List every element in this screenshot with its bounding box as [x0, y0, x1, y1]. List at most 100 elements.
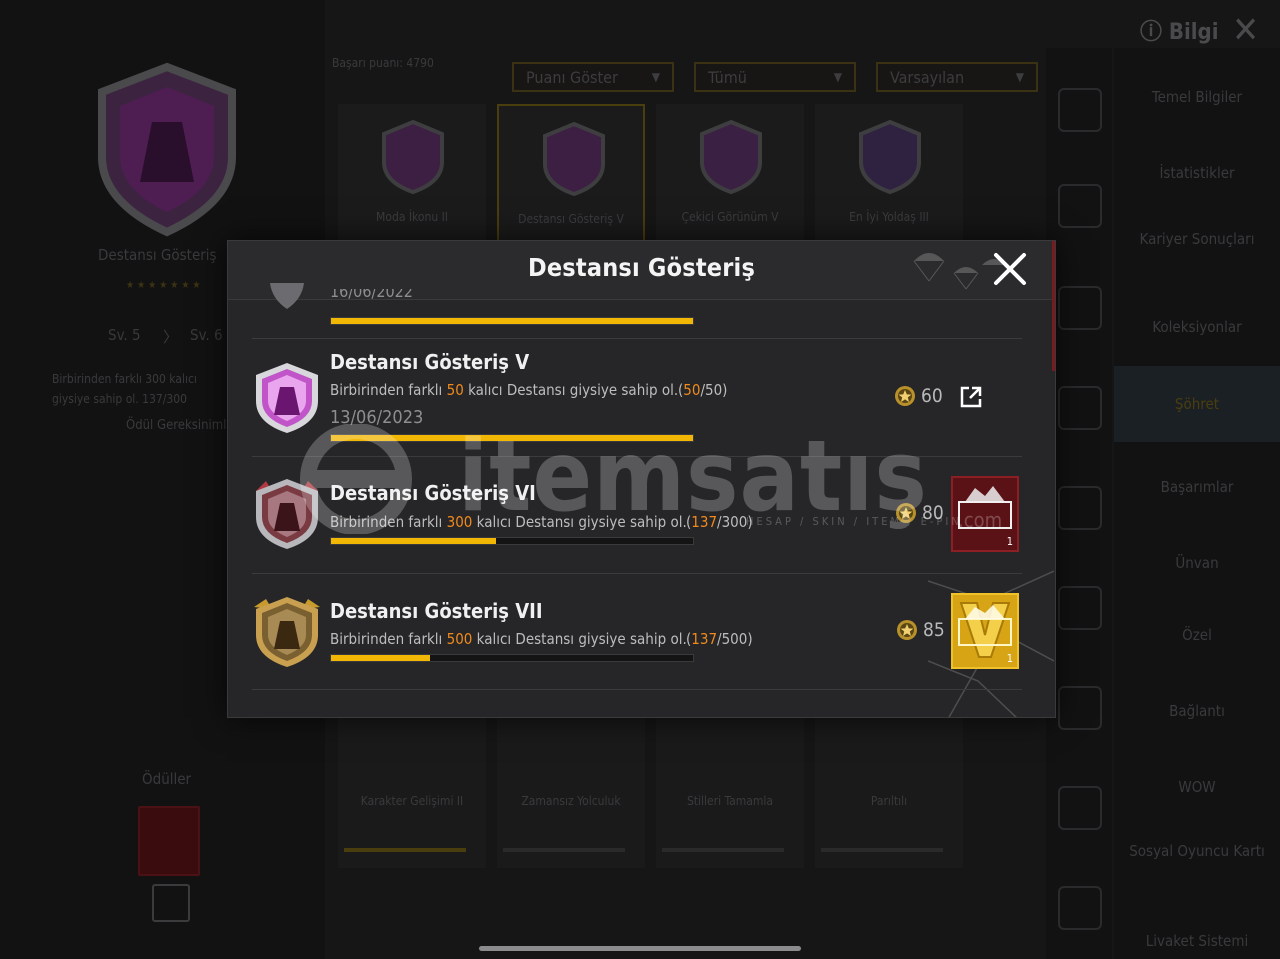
left-share-icon[interactable]: [152, 884, 190, 922]
side-item-social-card[interactable]: Sosyal Oyuncu Kartı: [1114, 842, 1280, 860]
gun-icon[interactable]: [1058, 386, 1102, 430]
progress-total: /300: [717, 513, 748, 531]
modal-title: Destansı Gösteriş: [527, 253, 756, 282]
info-button[interactable]: ⓘ Bilgi: [1140, 14, 1218, 46]
row-progress-text: (137/300): [686, 513, 753, 531]
badge-icon: [859, 119, 921, 195]
reward-item-gold[interactable]: 1: [951, 593, 1019, 669]
muscle-icon[interactable]: [1058, 586, 1102, 630]
left-requirements-link[interactable]: Ödül Gereksinimleri: [126, 418, 242, 433]
badge-icon: [256, 479, 318, 549]
side-item-achievements[interactable]: Başarımlar: [1114, 478, 1280, 496]
side-item-career[interactable]: Kariyer Sonuçları: [1114, 230, 1280, 248]
grid-card-3[interactable]: Çekici Görünüm V: [656, 104, 804, 242]
row-description: Birbirinden farklı 300 kalıcı Destansı g…: [330, 513, 687, 531]
row-divider: [252, 573, 1022, 574]
desc-prefix: Birbirinden farklı: [330, 630, 447, 648]
medal-icon[interactable]: [1058, 486, 1102, 530]
grid-card-label: Çekici Görünüm V: [681, 210, 779, 224]
desc-suffix: kalıcı Destansı giysiye sahip ol.: [472, 513, 687, 531]
side-item-link[interactable]: Bağlantı: [1114, 702, 1280, 720]
side-item-collections[interactable]: Koleksiyonlar: [1114, 318, 1280, 336]
progress-current: 137: [691, 630, 718, 648]
row-progress-text: (50/50): [678, 381, 728, 399]
chevron-down-icon: ▼: [1015, 70, 1024, 84]
selected-badge-icon: [98, 62, 236, 237]
side-item-stats[interactable]: İstatistikler: [1114, 164, 1280, 182]
left-star-row: ★★★★★★★: [126, 280, 204, 291]
desc-suffix: kalıcı Destansı giysiye sahip ol.: [472, 630, 687, 648]
grid-card-progress: [821, 848, 943, 852]
filter-points[interactable]: Puanı Göster ▼: [512, 62, 674, 92]
grid-icon[interactable]: [1058, 886, 1102, 930]
row-description: Birbirinden farklı 50 kalıcı Destansı gi…: [330, 381, 678, 399]
row-divider: [252, 456, 1022, 457]
row-points: 85: [895, 618, 945, 642]
wings-icon[interactable]: [1058, 686, 1102, 730]
prev-row-progress: [330, 317, 694, 325]
chevron-down-icon: ▼: [651, 70, 660, 84]
filter-category[interactable]: Tümü ▼: [694, 62, 856, 92]
row-points: 80: [894, 501, 944, 525]
left-level-current: Sv. 5: [108, 326, 141, 344]
left-level-arrow: 〉: [163, 328, 179, 346]
badge-icon: [700, 119, 762, 195]
progress-current: 50: [683, 381, 701, 399]
row-description: Birbirinden farklı 500 kalıcı Destansı g…: [330, 630, 687, 648]
desc-prefix: Birbirinden farklı: [330, 381, 447, 399]
close-icon[interactable]: [990, 251, 1030, 289]
side-item-livaket[interactable]: Livaket Sistemi: [1114, 932, 1280, 950]
badge-icon: [256, 363, 318, 433]
grid-card-6[interactable]: Zamansız Yolculuk: [497, 718, 645, 868]
share-icon[interactable]: [958, 384, 984, 410]
grid-card-2[interactable]: Destansı Gösteriş V: [497, 104, 645, 242]
row-progress-bar: [330, 434, 694, 442]
friends-icon[interactable]: [1058, 786, 1102, 830]
grid-card-5[interactable]: Karakter Gelişimi II: [338, 718, 486, 868]
info-label: Bilgi: [1168, 20, 1219, 45]
crown-icon[interactable]: [1058, 286, 1102, 330]
progress-fill: [331, 318, 693, 324]
left-rewards-label: Ödüller: [142, 770, 192, 788]
grid-card-8[interactable]: Parıltılı: [815, 718, 963, 868]
achievement-point-icon: [897, 620, 917, 640]
row-points-value: 85: [923, 619, 945, 641]
side-item-basic[interactable]: Temel Bilgiler: [1114, 88, 1280, 106]
modal-accent: [1052, 241, 1055, 371]
reward-count: 1: [1006, 535, 1013, 548]
achievement-detail-modal: Destansı Gösteriş 16/06/2022 Destansı Gö…: [227, 240, 1056, 718]
desc-prefix: Birbirinden farklı: [330, 513, 447, 531]
grid-card-7[interactable]: Stilleri Tamamla: [656, 718, 804, 868]
desc-highlight: 300: [446, 513, 473, 531]
reward-item-red[interactable]: 1: [951, 476, 1019, 552]
filter-sort[interactable]: Varsayılan ▼: [876, 62, 1038, 92]
left-desc-line-1: Birbirinden farklı 300 kalıcı: [52, 372, 197, 386]
side-item-title[interactable]: Ünvan: [1114, 554, 1280, 572]
progress-fill: [331, 435, 693, 441]
side-item-fame[interactable]: Şöhret: [1114, 366, 1280, 442]
row-points: 60: [893, 384, 943, 408]
desc-highlight: 50: [446, 381, 464, 399]
grid-card-progress: [344, 848, 466, 852]
grid-card-4[interactable]: En İyi Yoldaş III: [815, 104, 963, 242]
home-indicator[interactable]: [479, 946, 801, 951]
home-icon[interactable]: [1058, 88, 1102, 132]
row-progress-bar: [330, 537, 694, 545]
row-divider: [252, 338, 1022, 339]
grid-card-1[interactable]: Moda İkonu II: [338, 104, 486, 242]
progress-total: /50: [700, 381, 723, 399]
row-points-value: 60: [921, 385, 943, 407]
desc-suffix: kalıcı Destansı giysiye sahip ol.: [463, 381, 679, 399]
progress-fill: [331, 655, 431, 661]
list-icon[interactable]: [1058, 184, 1102, 228]
row-points-value: 80: [922, 502, 944, 524]
filter-sort-label: Varsayılan: [890, 67, 965, 87]
side-item-special[interactable]: Özel: [1114, 626, 1280, 644]
side-item-wow[interactable]: WOW: [1114, 778, 1280, 796]
left-reward-thumbnail[interactable]: [138, 806, 200, 876]
close-icon[interactable]: ✕: [1232, 10, 1259, 51]
prev-row-date: 16/06/2022: [330, 289, 413, 301]
chevron-down-icon: ▼: [833, 70, 842, 84]
side-menu: [1114, 48, 1280, 959]
grid-card-label: Zamansız Yolculuk: [521, 794, 621, 808]
